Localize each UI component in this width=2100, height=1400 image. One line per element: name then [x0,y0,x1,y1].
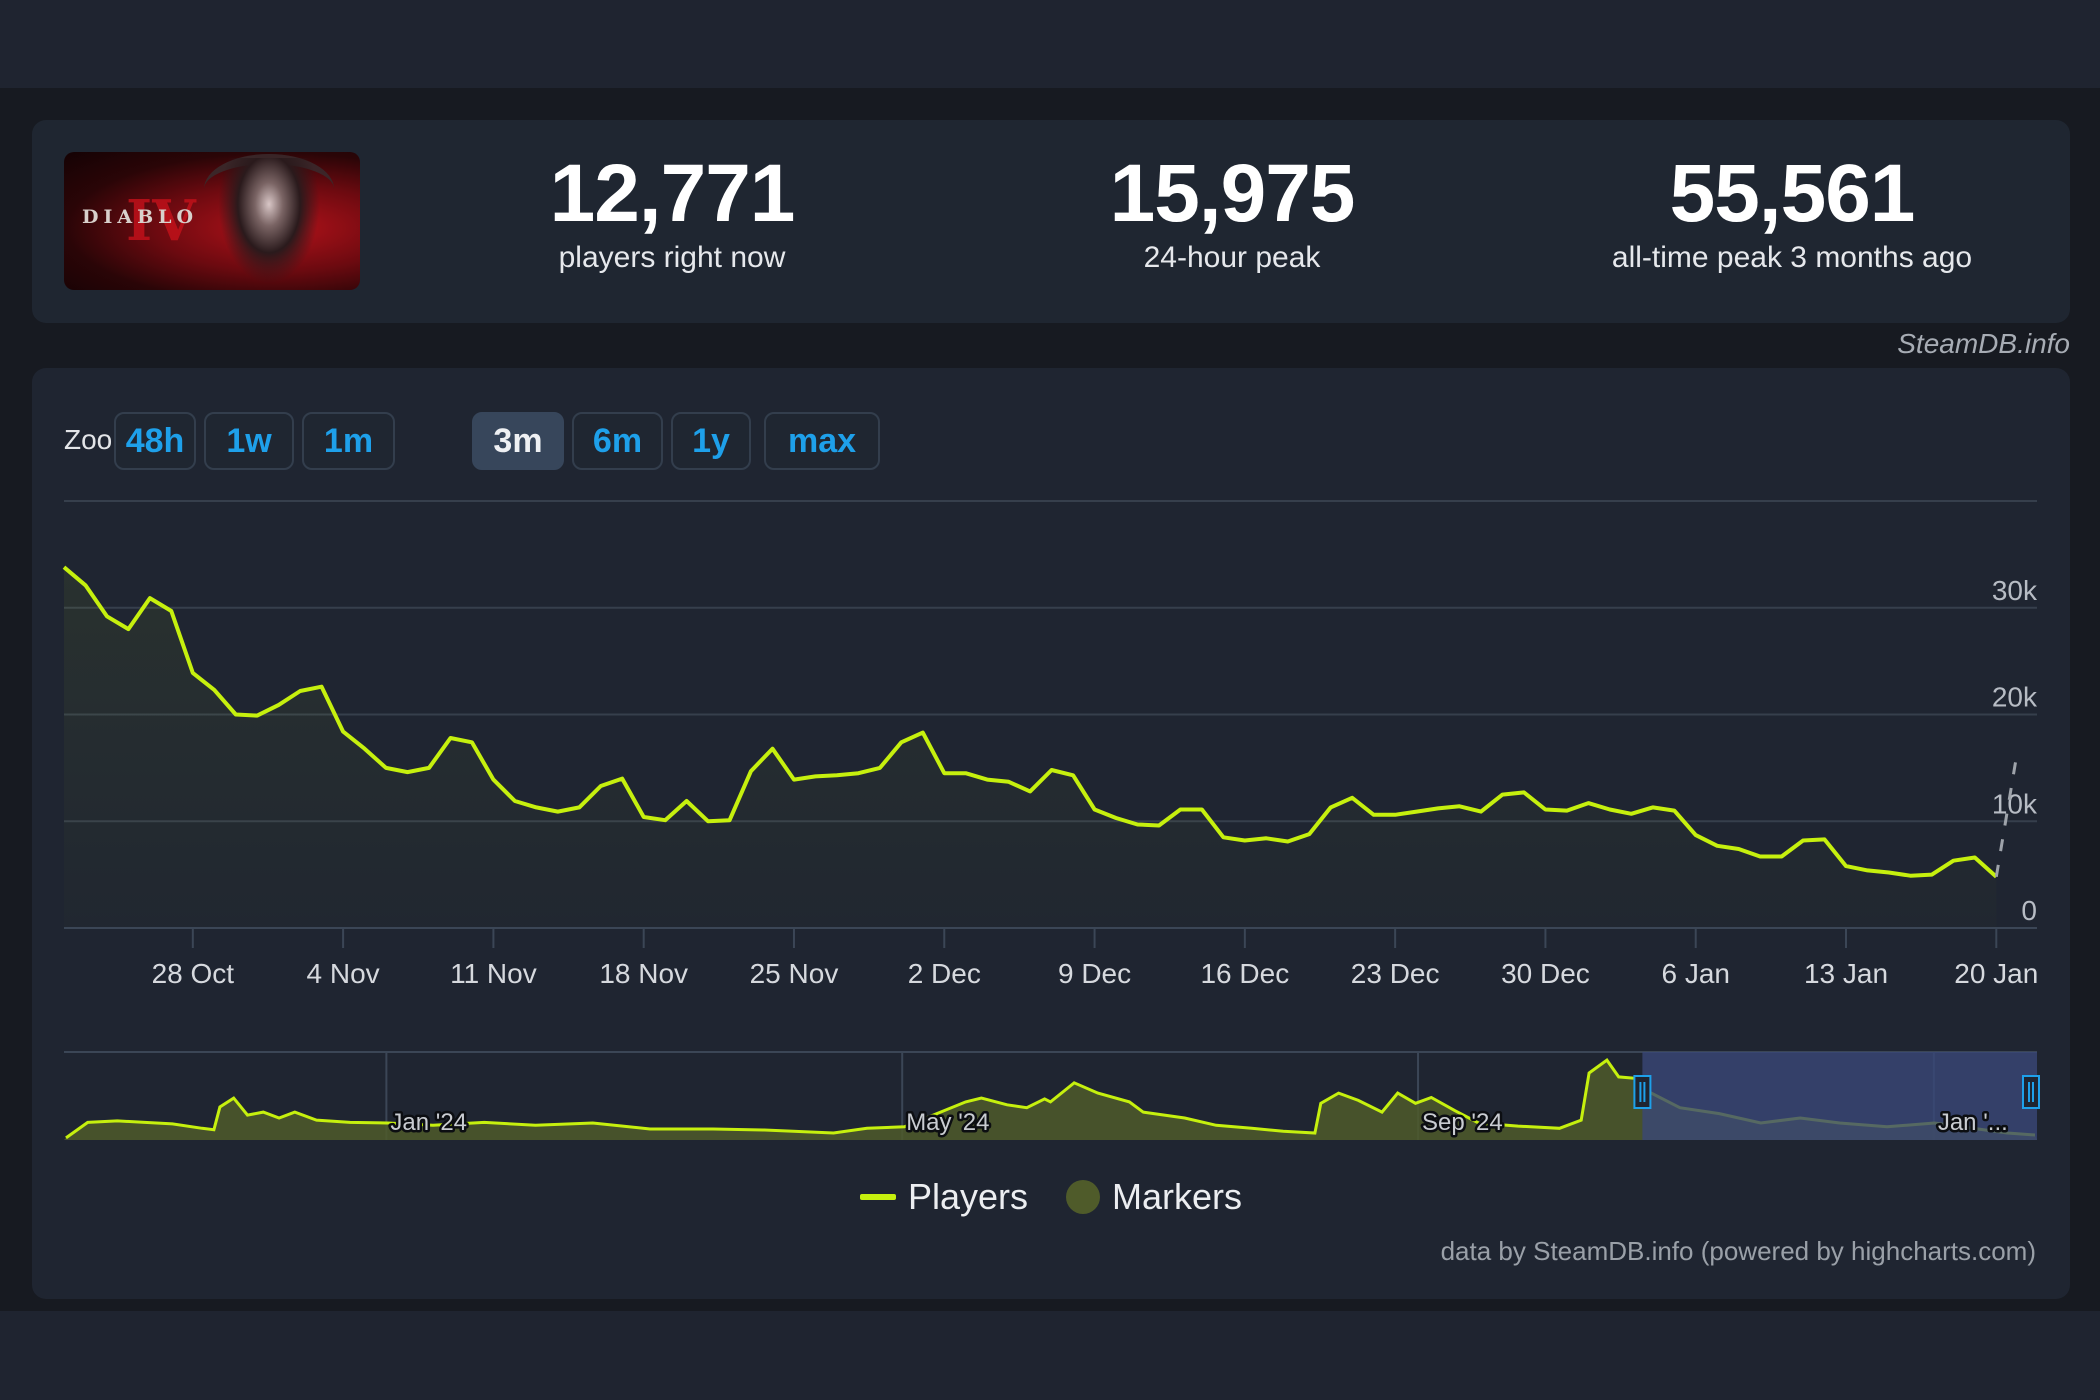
x-tick-label: 25 Nov [750,958,839,989]
peak-24h-value: 15,975 [1109,148,1356,239]
navigator[interactable]: Jan '24 May '24 Sep '24 Jan '... [64,1051,2040,1140]
handle-box [1633,1075,1652,1109]
navigator-date-label: Jan '... [1938,1109,2008,1136]
peak-24h-label: 24-hour peak [1143,241,1321,274]
y-tick-label: 0 [2021,895,2037,926]
x-tick-label: 20 Jan [1954,958,2038,989]
top-bar [0,0,2100,88]
player-chart[interactable]: 0 10k 20k 30k 28 Oct 4 Nov 11 Nov 18 Nov 25 Nov… [32,368,2070,1299]
x-axis-labels: 28 Oct 4 Nov 11 Nov 18 Nov 25 Nov 2 Dec 9 Dec 1… [152,958,2039,989]
y-tick-label: 20k [1992,682,2038,713]
navigator-left-handle[interactable] [1633,1075,1652,1109]
x-tick-label: 9 Dec [1058,958,1131,989]
x-tick-label: 23 Dec [1351,958,1440,989]
all-time-peak-value: 55,561 [1669,148,1916,239]
stat-all-time-peak: 55,561 all-time peak 3 months ago [1512,150,2072,276]
legend-item-players[interactable]: Players [859,1176,1029,1218]
x-tick-label: 16 Dec [1200,958,1289,989]
navigator-date-label: May '24 [906,1109,989,1136]
x-tick-label: 11 Nov [450,958,537,989]
cover-title: DIABLO [82,206,199,228]
stat-24h-peak: 15,975 24-hour peak [952,150,1512,276]
current-players-value: 12,771 [549,148,796,239]
players-area [64,567,1997,928]
players-legend-line-icon [859,1194,896,1200]
x-tick-label: 13 Jan [1804,958,1888,989]
current-players-label: players right now [558,241,786,274]
all-time-peak-label: all-time peak 3 months ago [1611,241,1973,274]
stats-card: IV DIABLO 12,771 players right now 15,97… [32,120,2070,323]
markers-legend-dot-icon [1066,1180,1101,1214]
chart-card: Zoom 48h 1w 1m 3m 6m 1y max 0 10k 20k 30k 2… [32,368,2070,1299]
legend-markers-label: Markers [1112,1176,1243,1217]
y-tick-label: 30k [1992,575,2038,606]
y-axis-labels: 0 10k 20k 30k [1992,575,2038,926]
x-axis-ticks [191,928,1998,948]
navigator-date-label: Sep '24 [1422,1109,1503,1136]
x-tick-label: 30 Dec [1501,958,1590,989]
y-tick-label: 10k [1992,788,2038,819]
stat-current-players: 12,771 players right now [392,150,952,276]
navigator-date-label: Jan '24 [390,1109,467,1136]
x-tick-label: 18 Nov [599,958,688,989]
steamdb-watermark-link[interactable]: SteamDB.info [1897,328,2070,360]
x-tick-label: 28 Oct [152,958,235,989]
legend-item-markers[interactable]: Markers [1066,1176,1242,1218]
chart-legend: Players Markers [32,1176,2070,1218]
legend-players-label: Players [907,1176,1029,1217]
game-cover-image[interactable]: IV DIABLO [64,152,360,290]
cover-art-figure [214,158,324,290]
x-tick-label: 2 Dec [908,958,981,989]
handle-box [2022,1075,2040,1109]
chart-credits[interactable]: data by SteamDB.info (powered by highcha… [1441,1236,2036,1267]
navigator-right-handle[interactable] [2022,1075,2040,1109]
x-tick-label: 6 Jan [1661,958,1730,989]
x-tick-label: 4 Nov [307,958,380,989]
bottom-bar [0,1311,2100,1400]
